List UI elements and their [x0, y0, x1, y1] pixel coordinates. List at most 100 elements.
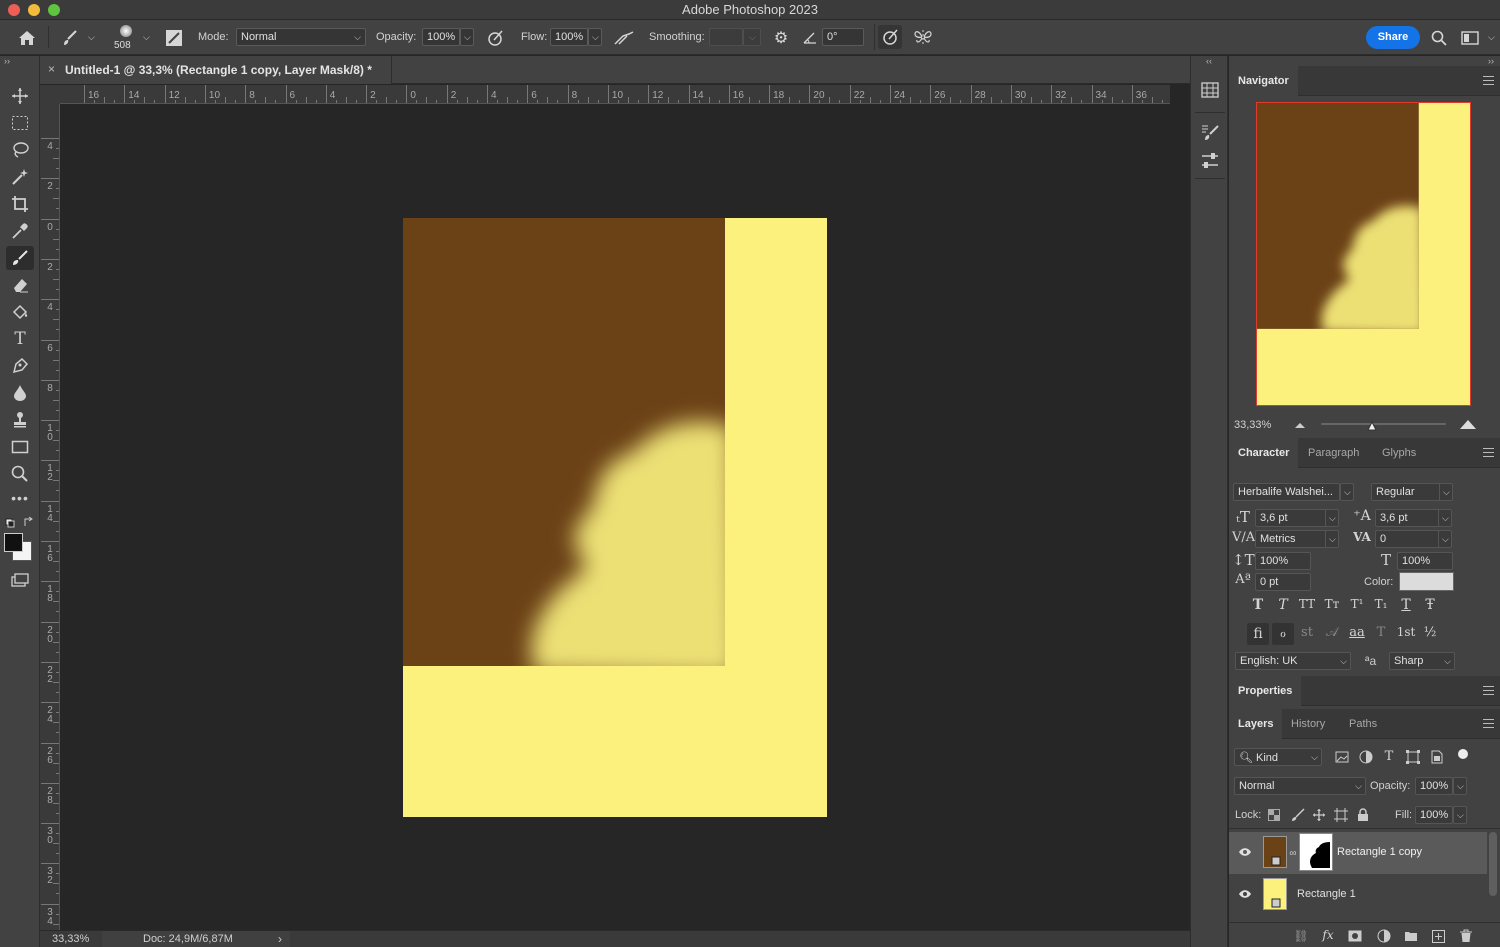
layer-row-rectangle-1-copy[interactable]: ∞ Rectangle 1 copy	[1229, 832, 1487, 874]
tracking-dropdown[interactable]: ⌵	[1438, 530, 1452, 548]
collapse-toolbar-icon[interactable]: ››	[4, 56, 10, 66]
collapse-iconstrip-icon[interactable]: ‹‹	[1206, 56, 1212, 66]
language-select[interactable]: English: UK ⌵	[1235, 652, 1351, 670]
smoothing-dropdown[interactable]: ⌵	[743, 28, 761, 46]
workspace-chevron-icon[interactable]: ⌵	[1488, 32, 1495, 43]
magic-wand-icon[interactable]	[6, 165, 34, 189]
lock-image-icon[interactable]	[1290, 807, 1306, 823]
opacity-dropdown[interactable]: ⌵	[460, 28, 474, 46]
tracking-input[interactable]: 0	[1375, 530, 1440, 548]
symmetry-icon[interactable]	[911, 26, 935, 48]
adjustments-panel-icon[interactable]	[1197, 149, 1223, 173]
tab-history[interactable]: History	[1282, 709, 1334, 739]
link-layers-icon[interactable]: ⛓	[1293, 928, 1309, 944]
zoom-slider-track[interactable]	[1321, 423, 1446, 425]
filter-shape-icon[interactable]	[1405, 749, 1421, 765]
tab-glyphs[interactable]: Glyphs	[1373, 438, 1425, 468]
filter-smartobject-icon[interactable]	[1429, 749, 1445, 765]
brush-settings-panel-icon[interactable]	[1197, 120, 1223, 144]
move-icon[interactable]	[6, 84, 34, 108]
strikethrough-button[interactable]: Ŧ	[1419, 597, 1441, 613]
navigator-menu-icon[interactable]	[1483, 76, 1494, 85]
layers-scrollbar[interactable]	[1489, 832, 1497, 896]
tab-paths[interactable]: Paths	[1340, 709, 1386, 739]
lock-transparent-icon[interactable]	[1266, 807, 1282, 823]
type-icon[interactable]: T	[6, 327, 34, 351]
layer-row-rectangle-1[interactable]: Rectangle 1	[1229, 874, 1487, 916]
mode-select[interactable]: Normal ⌵	[236, 28, 366, 46]
navigator-zoom[interactable]: 33,33%	[1234, 419, 1271, 431]
visibility-eye-icon[interactable]	[1237, 845, 1253, 859]
crop-icon[interactable]	[6, 192, 34, 216]
link-icon[interactable]: ∞	[1289, 845, 1297, 861]
ligatures-button[interactable]: ﬁ	[1247, 623, 1269, 645]
font-family-select[interactable]: Herbalife Walshei...	[1233, 483, 1340, 501]
collapse-panels-icon[interactable]: ››	[1488, 56, 1494, 66]
status-menu-arrow-icon[interactable]: ›	[278, 932, 282, 946]
lock-position-icon[interactable]	[1311, 807, 1327, 823]
eraser-icon[interactable]	[6, 273, 34, 297]
fill-dropdown[interactable]: ⌵	[1453, 806, 1467, 824]
layer-name[interactable]: Rectangle 1 copy	[1337, 846, 1422, 858]
text-color-swatch[interactable]	[1399, 572, 1454, 591]
brush-tip-icon[interactable]	[116, 25, 136, 39]
rectangle-icon[interactable]	[6, 435, 34, 459]
zoom-slider-handle[interactable]	[1367, 420, 1377, 432]
more-icon[interactable]: •••	[6, 486, 34, 510]
font-size-input[interactable]: 3,6 pt	[1255, 509, 1327, 527]
status-zoom[interactable]: 33,33%	[52, 933, 89, 945]
font-size-dropdown[interactable]: ⌵	[1325, 509, 1339, 527]
layer-name[interactable]: Rectangle 1	[1297, 888, 1356, 900]
flow-input[interactable]: 100%	[550, 28, 588, 46]
baseline-shift-input[interactable]: 0 pt	[1255, 573, 1311, 591]
filter-toggle-icon[interactable]	[1458, 749, 1468, 759]
faux-bold-button[interactable]: T	[1247, 597, 1269, 613]
filter-type-icon[interactable]: T	[1381, 748, 1397, 764]
search-icon[interactable]	[1428, 27, 1450, 49]
add-mask-icon[interactable]	[1347, 928, 1363, 944]
smoothing-input[interactable]	[709, 28, 743, 46]
superscript-button[interactable]: T¹	[1346, 597, 1368, 611]
leading-input[interactable]: 3,6 pt	[1375, 509, 1440, 527]
kerning-select[interactable]: Metrics	[1255, 530, 1327, 548]
home-icon[interactable]	[16, 27, 38, 49]
blur-icon[interactable]	[6, 381, 34, 405]
new-layer-icon[interactable]	[1430, 928, 1446, 944]
swap-colors-icon[interactable]	[5, 516, 35, 530]
font-style-dropdown[interactable]: ⌵	[1439, 483, 1453, 501]
zoom-in-icon[interactable]	[1458, 417, 1478, 431]
fill-input[interactable]: 100%	[1415, 806, 1453, 824]
subscript-button[interactable]: T₁	[1370, 597, 1392, 611]
blend-mode-select[interactable]: Normal ⌵	[1234, 777, 1366, 795]
font-family-dropdown[interactable]: ⌵	[1340, 483, 1354, 501]
pen-icon[interactable]	[6, 354, 34, 378]
foreground-color-swatch[interactable]	[4, 533, 23, 552]
swash-button[interactable]: 𝒜	[1321, 625, 1343, 640]
tab-navigator[interactable]: Navigator	[1229, 66, 1298, 96]
trash-icon[interactable]	[1458, 928, 1474, 944]
underline-button[interactable]: T	[1395, 597, 1417, 613]
screen-mode-icon[interactable]	[6, 568, 34, 592]
canvas-area[interactable]	[60, 104, 1170, 930]
document-tab[interactable]: × Untitled-1 @ 33,3% (Rectangle 1 copy, …	[40, 56, 392, 84]
visibility-eye-icon[interactable]	[1237, 887, 1253, 901]
discretionary-ligatures-button[interactable]: st	[1296, 625, 1318, 640]
opacity-input[interactable]: 100%	[422, 28, 460, 46]
kerning-dropdown[interactable]: ⌵	[1325, 530, 1339, 548]
ordinals-button[interactable]: 1st	[1395, 625, 1417, 639]
all-caps-button[interactable]: TT	[1296, 597, 1318, 611]
close-tab-icon[interactable]: ×	[48, 62, 55, 76]
workspace-icon[interactable]	[1459, 27, 1481, 49]
pressure-size-icon[interactable]	[878, 25, 902, 49]
airbrush-icon[interactable]	[612, 28, 636, 48]
tab-properties[interactable]: Properties	[1229, 676, 1302, 706]
lock-all-icon[interactable]	[1355, 807, 1371, 823]
new-adjustment-icon[interactable]	[1376, 928, 1392, 944]
filter-pixel-icon[interactable]	[1334, 749, 1350, 765]
stylistic-alternates-button[interactable]: aa	[1346, 625, 1368, 640]
fractions-button[interactable]: ½	[1419, 625, 1441, 640]
eyedropper-icon[interactable]	[6, 219, 34, 243]
brush-icon[interactable]	[6, 246, 34, 270]
gear-icon[interactable]: ⚙	[770, 27, 792, 49]
small-caps-button[interactable]: Tт	[1321, 597, 1343, 611]
